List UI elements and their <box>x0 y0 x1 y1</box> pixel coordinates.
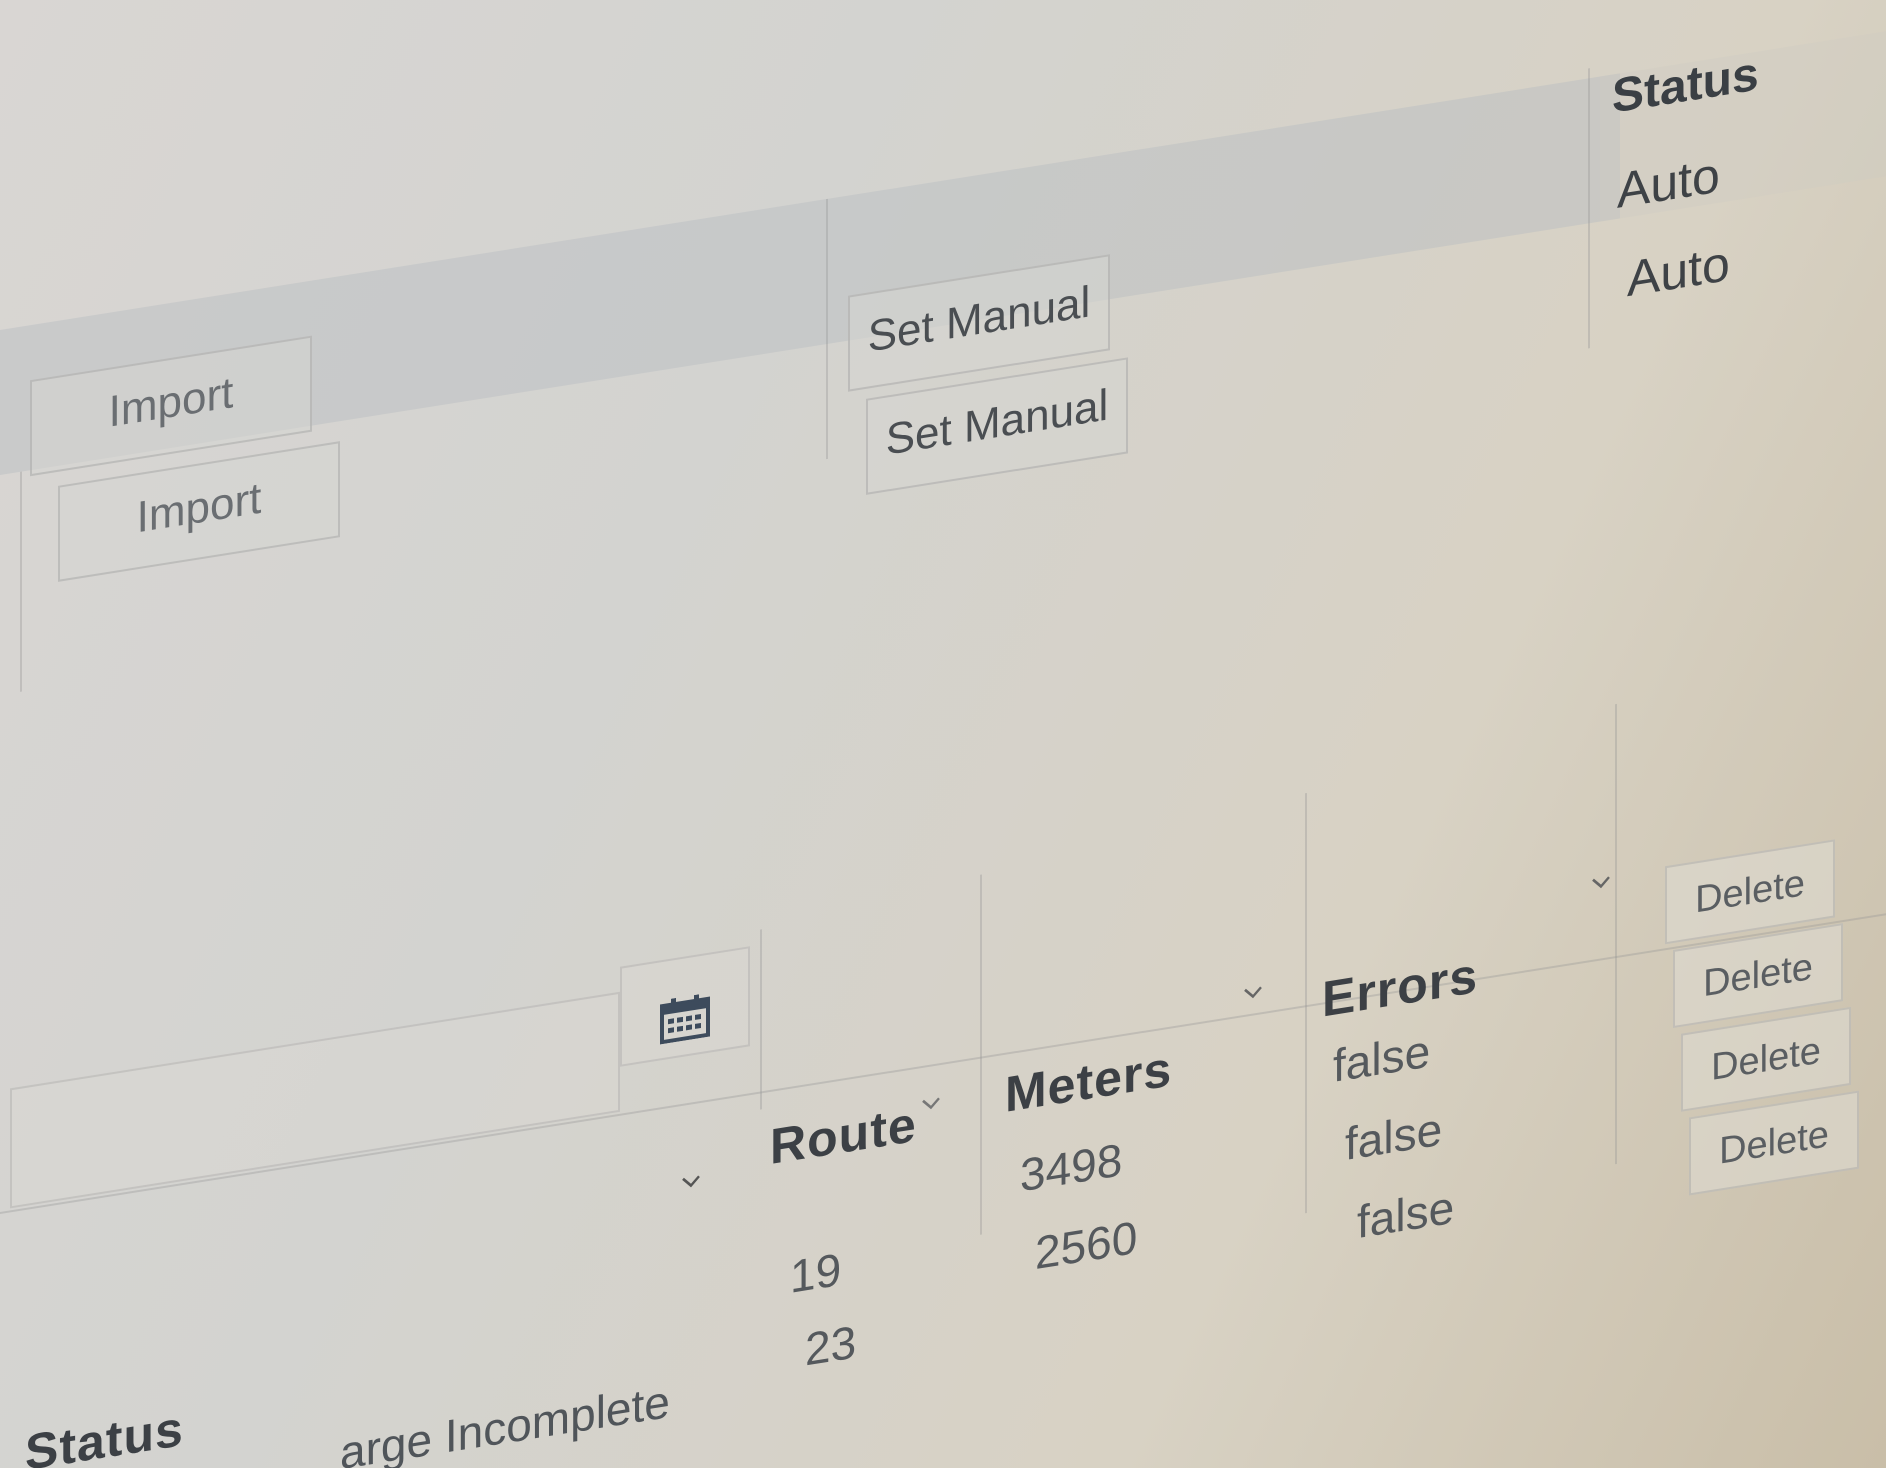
column-header-status[interactable]: Status <box>25 1399 184 1468</box>
column-header-errors[interactable]: Errors <box>1322 946 1478 1029</box>
meters-cell: 3498 <box>1020 1133 1123 1202</box>
errors-cell: false <box>1357 1180 1455 1249</box>
chevron-down-icon[interactable] <box>1242 980 1264 1005</box>
errors-cell: false <box>1345 1102 1443 1170</box>
calendar-icon[interactable] <box>660 993 710 1045</box>
column-divider <box>826 198 828 460</box>
column-header-route[interactable]: Route <box>770 1095 917 1176</box>
column-divider <box>1305 792 1307 1214</box>
column-divider <box>1615 703 1617 1165</box>
status-cell: Auto <box>1627 235 1730 308</box>
chevron-down-icon[interactable] <box>1590 870 1612 895</box>
column-header-meters[interactable]: Meters <box>1005 1039 1172 1123</box>
photo-of-screen: Status Auto Auto Set Manual Set Manual I… <box>0 0 1886 1468</box>
meters-cell: 2560 <box>1035 1210 1138 1280</box>
screen: Status Auto Auto Set Manual Set Manual I… <box>0 0 1886 1468</box>
column-divider <box>20 471 22 692</box>
chevron-down-icon[interactable] <box>920 1091 942 1116</box>
route-cell: 19 <box>790 1242 842 1303</box>
route-cell: 23 <box>805 1315 857 1376</box>
status-cell: arge Incomplete <box>340 1374 670 1468</box>
chevron-down-icon[interactable] <box>680 1169 702 1194</box>
column-divider <box>980 874 982 1235</box>
column-divider <box>760 929 762 1110</box>
errors-cell: false <box>1333 1024 1431 1092</box>
date-filter-input[interactable] <box>10 991 620 1209</box>
column-divider <box>1588 68 1590 349</box>
